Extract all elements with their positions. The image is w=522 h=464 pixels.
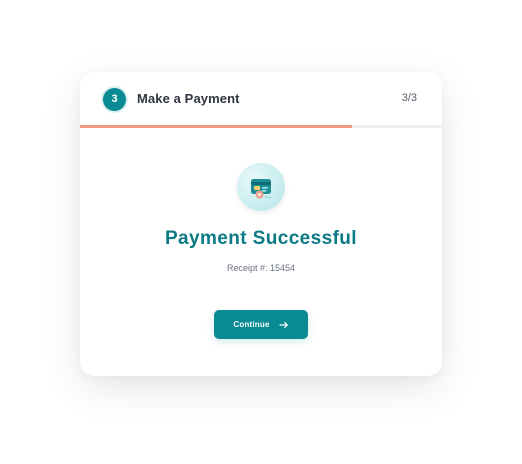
payment-card: 3 Make a Payment 3/3 Payment Successful … [80, 72, 442, 376]
continue-button[interactable]: Continue [214, 310, 308, 339]
step-count: 3/3 [401, 92, 417, 104]
card-header: 3 Make a Payment 3/3 [80, 72, 442, 126]
receipt-number: Receipt #: 15454 [226, 263, 296, 273]
step-badge: 3 [103, 88, 126, 111]
progress-fill [80, 125, 352, 128]
progress-track [80, 125, 442, 128]
payment-success-icon-wrapper [237, 163, 285, 211]
credit-card-icon [251, 179, 272, 199]
page-title: Make a Payment [137, 91, 240, 106]
continue-button-label: Continue [233, 320, 270, 329]
arrow-right-icon [279, 320, 289, 330]
payment-success-title: Payment Successful [164, 228, 357, 249]
